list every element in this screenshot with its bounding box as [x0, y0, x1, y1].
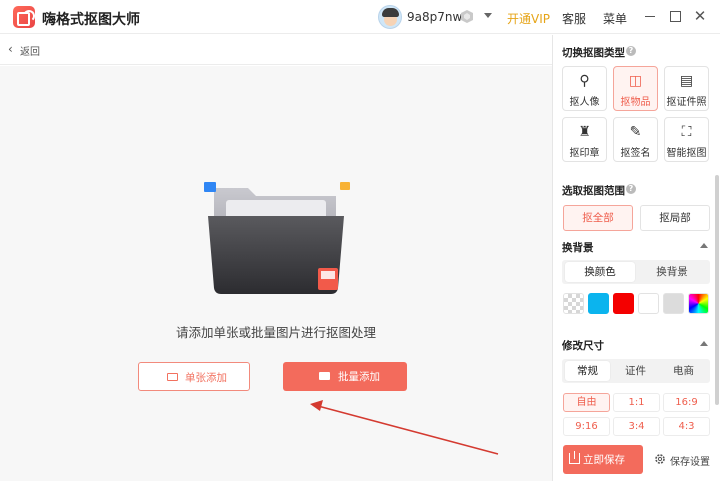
type-section-title: 切换抠图类型: [562, 47, 625, 59]
menu-button[interactable]: 菜单: [603, 10, 627, 27]
size-section-title: 修改尺寸: [562, 340, 604, 352]
back-arrow-icon[interactable]: ‹: [8, 42, 13, 56]
size-tabs: 常规 证件 电商: [562, 359, 710, 383]
chevron-up-icon[interactable]: [700, 341, 708, 346]
swatch-gray[interactable]: [663, 293, 684, 314]
single-add-label: 单张添加: [185, 372, 227, 384]
type-label: 抠签名: [620, 148, 651, 159]
title-bar: 嗨格式抠图大师 9a8p7nw 开通VIP 客服 菜单 ✕: [0, 0, 720, 34]
range-partial-button[interactable]: 抠局部: [640, 205, 710, 231]
username[interactable]: 9a8p7nw: [407, 10, 462, 24]
maximize-icon[interactable]: [667, 8, 683, 24]
swatch-transparent[interactable]: [563, 293, 584, 314]
type-card-person[interactable]: ⚲ 抠人像: [562, 66, 607, 111]
open-vip-link[interactable]: 开通VIP: [507, 10, 550, 27]
upload-area[interactable]: 请添加单张或批量图片进行抠图处理 单张添加 批量添加: [0, 66, 552, 481]
tab-regular[interactable]: 常规: [565, 361, 610, 381]
app-logo: [13, 6, 35, 28]
swatch-red[interactable]: [613, 293, 634, 314]
tab-change-color[interactable]: 换颜色: [565, 262, 635, 282]
chevron-up-icon[interactable]: [700, 243, 708, 248]
ratio-1-1[interactable]: 1:1: [613, 393, 660, 412]
box-icon: ◫: [628, 73, 643, 89]
type-card-signature[interactable]: ✎ 抠签名: [613, 117, 658, 162]
range-section-title: 选取抠图范围: [562, 185, 625, 197]
user-avatar[interactable]: [378, 5, 402, 29]
swatch-white[interactable]: [638, 293, 659, 314]
back-button[interactable]: 返回: [20, 43, 40, 58]
type-label: 抠人像: [569, 97, 600, 108]
type-card-id-photo[interactable]: ▤ 抠证件照: [664, 66, 709, 111]
type-label: 智能抠图: [666, 148, 707, 159]
ratio-4-3[interactable]: 4:3: [663, 417, 710, 436]
help-icon[interactable]: ?: [626, 184, 636, 194]
pen-icon: ✎: [629, 124, 642, 140]
vip-gem-icon: [461, 10, 473, 23]
type-label: 抠印章: [569, 148, 600, 159]
range-all-button[interactable]: 抠全部: [563, 205, 633, 231]
ratio-16-9[interactable]: 16:9: [663, 393, 710, 412]
type-label: 抠证件照: [666, 97, 707, 108]
ratio-3-4[interactable]: 3:4: [613, 417, 660, 436]
ratio-9-16[interactable]: 9:16: [563, 417, 610, 436]
type-card-smart[interactable]: ⛶ 智能抠图: [664, 117, 709, 162]
swatch-blue[interactable]: [588, 293, 609, 314]
smart-cut-icon: ⛶: [681, 124, 692, 140]
id-card-icon: ▤: [679, 73, 694, 89]
type-label: 抠物品: [620, 97, 651, 108]
single-add-button[interactable]: 单张添加: [138, 362, 250, 391]
drop-hint-text: 请添加单张或批量图片进行抠图处理: [175, 325, 376, 340]
download-icon: [569, 451, 580, 464]
annotation-arrow: [310, 400, 499, 455]
save-now-label: 立即保存: [583, 454, 625, 466]
images-icon: [319, 372, 330, 380]
tab-id[interactable]: 证件: [613, 361, 658, 381]
close-icon[interactable]: ✕: [692, 8, 708, 24]
tab-change-background[interactable]: 换背景: [637, 262, 707, 282]
customer-service-button[interactable]: 客服: [562, 10, 586, 27]
help-icon[interactable]: ?: [626, 46, 636, 56]
batch-add-label: 批量添加: [338, 371, 380, 383]
background-tabs: 换颜色 换背景: [562, 260, 710, 284]
gear-icon[interactable]: [654, 453, 666, 465]
save-now-button[interactable]: 立即保存: [563, 445, 643, 474]
image-icon: [167, 373, 178, 381]
user-dropdown-icon[interactable]: [484, 13, 492, 18]
person-icon: ⚲: [579, 73, 590, 89]
save-settings-button[interactable]: 保存设置: [670, 453, 710, 468]
ratio-free[interactable]: 自由: [563, 393, 610, 412]
folder-illustration: [204, 182, 350, 294]
type-card-stamp[interactable]: ♜ 抠印章: [562, 117, 607, 162]
minimize-icon[interactable]: [642, 8, 658, 24]
back-bar: ‹ 返回: [0, 35, 552, 65]
type-card-object[interactable]: ◫ 抠物品: [613, 66, 658, 111]
swatch-custom-color[interactable]: [688, 293, 709, 314]
panel-scrollbar[interactable]: [715, 175, 719, 405]
stamp-icon: ♜: [578, 124, 591, 140]
settings-panel: 切换抠图类型 ? ⚲ 抠人像 ◫ 抠物品 ▤ 抠证件照 ♜ 抠印章 ✎ 抠签名 …: [552, 35, 720, 481]
tab-ecommerce[interactable]: 电商: [661, 361, 706, 381]
batch-add-button[interactable]: 批量添加: [283, 362, 407, 391]
app-title: 嗨格式抠图大师: [42, 12, 140, 28]
background-section-title: 换背景: [562, 242, 594, 254]
